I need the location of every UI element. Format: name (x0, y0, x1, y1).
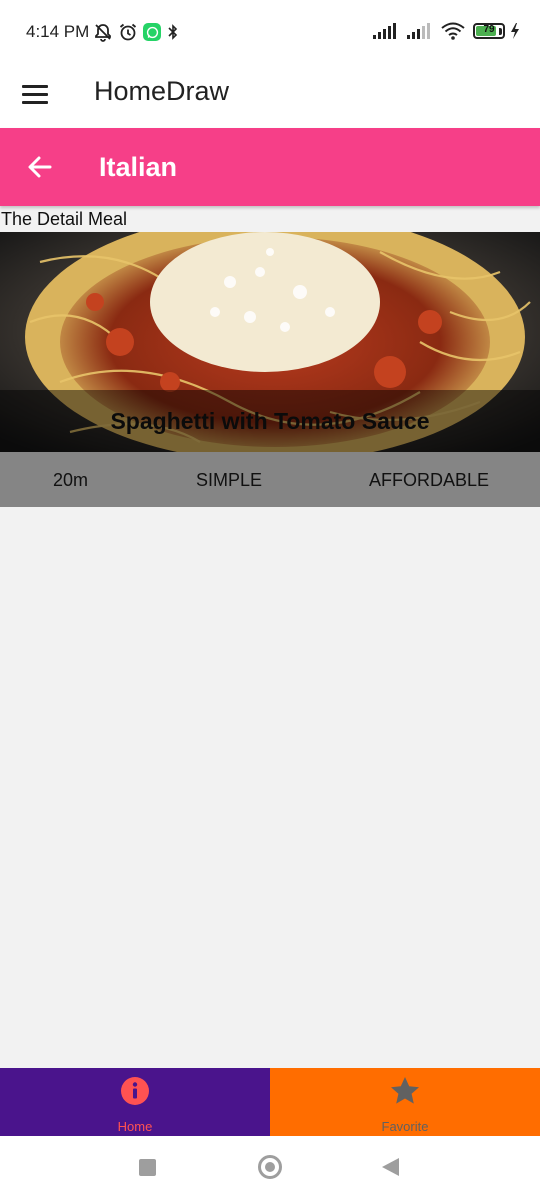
tab-home-label: Home (117, 1119, 153, 1134)
tab-favorite-label: Favorite (381, 1119, 429, 1134)
tab-favorite[interactable]: Favorite (270, 1068, 540, 1136)
meal-title: Spaghetti with Tomato Sauce (110, 407, 430, 434)
meal-complexity: SIMPLE (196, 470, 263, 490)
app-title: HomeDraw (94, 76, 230, 106)
tab-home[interactable]: Home (0, 1068, 270, 1136)
status-system-icons: 79 (373, 22, 520, 40)
battery-indicator: 79 (473, 23, 505, 39)
charging-icon (511, 23, 519, 39)
battery-level-text: 79 (483, 24, 495, 35)
arrow-left-icon[interactable] (24, 151, 56, 183)
status-notification-icons (93, 22, 180, 42)
battery-icon: 79 (473, 23, 505, 39)
category-header: Italian (0, 128, 540, 206)
wifi-icon (441, 22, 465, 40)
alarm-clock-icon (119, 23, 137, 41)
bluetooth-icon (168, 24, 178, 40)
muted-bell-icon (95, 24, 111, 42)
status-time: 4:14 PM (26, 22, 90, 41)
category-title: Italian (99, 152, 178, 182)
signal-icon-secondary (407, 23, 430, 39)
meal-affordability: AFFORDABLE (369, 470, 490, 490)
hamburger-menu-icon[interactable] (22, 81, 48, 107)
home-icon[interactable] (258, 1155, 282, 1179)
signal-icon (373, 23, 396, 39)
meal-image[interactable]: Spaghetti with Tomato Sauce (0, 232, 540, 452)
detail-label: The Detail Meal (1, 209, 128, 229)
meal-duration: 20m (53, 470, 89, 490)
app-bar: HomeDraw (0, 60, 540, 128)
recent-apps-icon[interactable] (139, 1159, 156, 1176)
whatsapp-icon (143, 23, 161, 41)
meal-title-overlay: Spaghetti with Tomato Sauce (0, 390, 540, 452)
bottom-navigation: Home Favorite (0, 1068, 540, 1136)
status-bar: 4:14 PM 79 (0, 0, 540, 60)
info-icon (121, 1077, 149, 1105)
star-icon (391, 1077, 419, 1104)
meal-info-bar: 20m SIMPLE AFFORDABLE (0, 452, 540, 507)
back-icon[interactable] (382, 1158, 399, 1176)
